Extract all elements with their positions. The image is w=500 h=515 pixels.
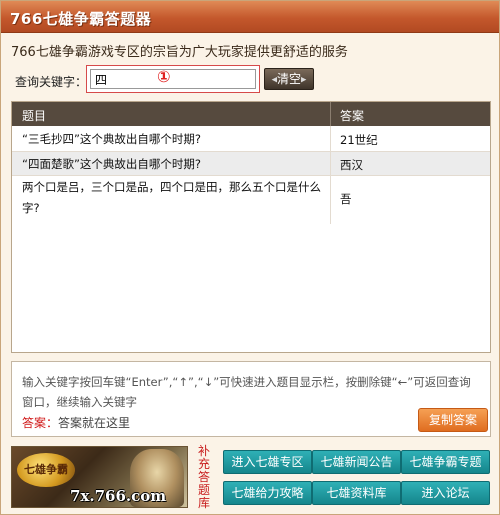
link-news-button[interactable]: 七雄新闻公告 (312, 450, 401, 474)
row-question: 两个口是吕，三个口是品，四个口是田，那么五个口是什么字? (22, 180, 321, 215)
search-row: 查询关键字： ① ◀清空▶ (11, 65, 491, 95)
row-question: “四面楚歌”这个典故出自哪个时期? (22, 157, 202, 171)
answer-tool-window: 766七雄争霸答题器 766七雄争霸游戏专区的宗旨为广大玩家提供更舒适的服务 查… (0, 0, 500, 515)
row-question: “三毛抄四”这个典故出自哪个时期? (22, 132, 202, 146)
window-title: 766七雄争霸答题器 (10, 10, 152, 28)
banner-site-text: 7x.766.com (70, 487, 167, 505)
answer-column-header: 答案 (340, 109, 365, 123)
supplement-library-label: 补充答题库 (197, 444, 210, 510)
title-bar[interactable]: 766七雄争霸答题器 (1, 1, 499, 33)
search-highlight-outline: ① (86, 65, 260, 93)
link-database-button[interactable]: 七雄资料库 (312, 481, 401, 505)
triangle-right-icon: ▶ (301, 75, 307, 84)
game-banner[interactable]: 七雄争霸 7x.766.com (11, 446, 188, 508)
search-input[interactable] (90, 69, 256, 89)
copy-answer-button[interactable]: 复制答案 (418, 408, 488, 432)
clear-button-label: 清空 (276, 72, 301, 86)
table-row[interactable]: 两个口是吕，三个口是品，四个口是田，那么五个口是什么字? 吾 (12, 176, 490, 224)
search-label: 查询关键字： (15, 75, 88, 89)
question-column-header: 题目 (22, 109, 47, 123)
help-panel: 输入关键字按回车键“Enter”,“↑”,“↓”可快速进入题目显示栏，按删除键“… (11, 361, 491, 437)
answer-key-label: 答案： (22, 416, 59, 430)
results-table: 题目 答案 “三毛抄四”这个典故出自哪个时期? 21世纪 “四面楚歌”这个典故出… (11, 101, 491, 353)
table-row[interactable]: “三毛抄四”这个典故出自哪个时期? 21世纪 (12, 126, 490, 152)
row-divider (330, 176, 331, 224)
page-subtitle: 766七雄争霸游戏专区的宗旨为广大玩家提供更舒适的服务 (11, 45, 348, 60)
clear-button[interactable]: ◀清空▶ (264, 68, 314, 90)
link-guide-button[interactable]: 七雄给力攻略 (223, 481, 312, 505)
row-answer: 西汉 (340, 158, 363, 172)
game-logo-emblem: 七雄争霸 (17, 453, 75, 487)
help-text: 输入关键字按回车键“Enter”,“↑”,“↓”可快速进入题目显示栏，按删除键“… (22, 375, 471, 409)
row-divider (330, 152, 331, 175)
row-divider (330, 126, 331, 151)
answer-value: 答案就在这里 (58, 416, 131, 430)
row-answer: 21世纪 (340, 133, 378, 147)
table-row[interactable]: “四面楚歌”这个典故出自哪个时期? 西汉 (12, 152, 490, 176)
results-header: 题目 答案 (12, 102, 490, 126)
answer-line: 答案：答案就在这里 (22, 414, 130, 431)
row-answer: 吾 (340, 192, 352, 206)
link-topic-button[interactable]: 七雄争霸专题 (401, 450, 490, 474)
link-forum-button[interactable]: 进入论坛 (401, 481, 490, 505)
footer: 七雄争霸 7x.766.com 补充答题库 进入七雄专区 七雄新闻公告 七雄争霸… (1, 441, 499, 514)
link-zone-button[interactable]: 进入七雄专区 (223, 450, 312, 474)
column-divider (330, 102, 331, 126)
